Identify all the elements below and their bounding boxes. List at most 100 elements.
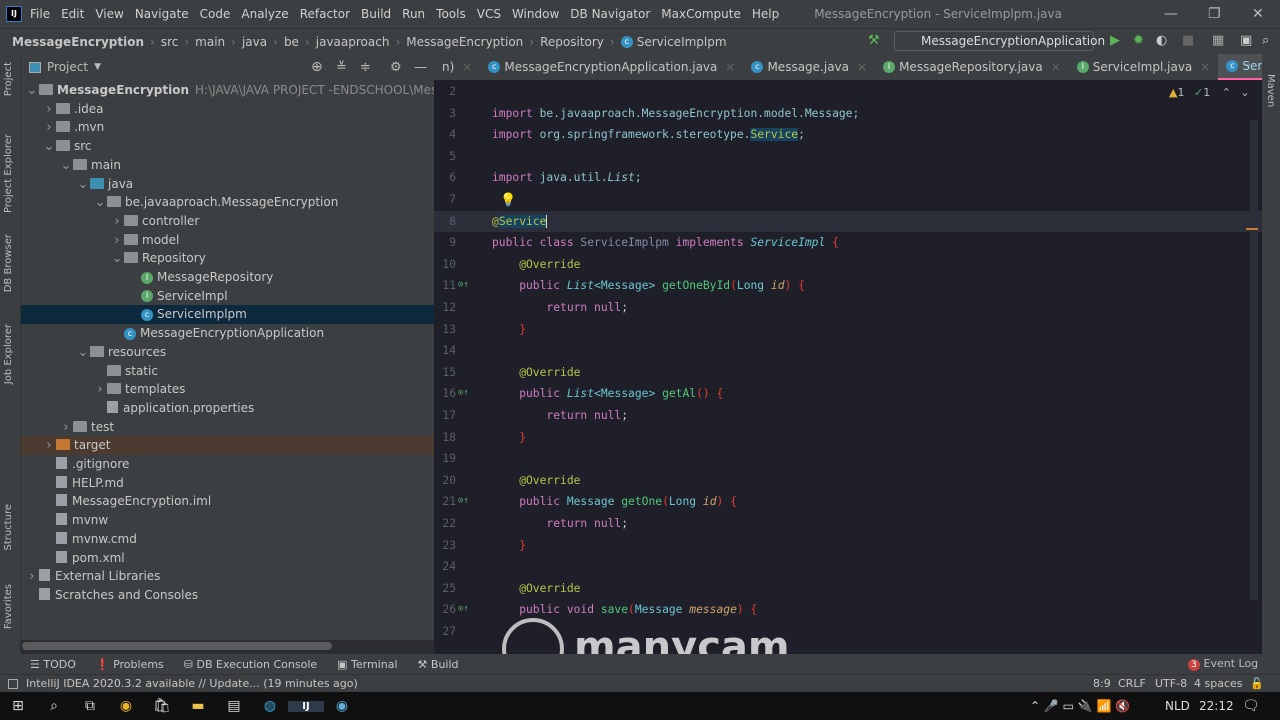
tree-item[interactable]: I MessageRepository [21,268,434,287]
notifications-icon[interactable]: 🗨 [1242,698,1260,714]
menu-analyze[interactable]: Analyze [241,7,288,21]
tree-item[interactable]: › .mvn [21,118,434,137]
tool-window-db-execution-console[interactable]: ⛁ DB Execution Console [184,658,317,671]
menu-view[interactable]: View [95,7,123,21]
code-line[interactable]: 14 [434,340,1262,362]
tree-item[interactable]: pom.xml [21,549,434,568]
code-line[interactable]: 20 @Override [434,470,1262,492]
implements-method-icon[interactable]: ⊙↑ [458,599,469,621]
tree-item[interactable]: HELP.md [21,474,434,493]
run-configuration-select[interactable]: MessageEncryptionApplication ▼ [894,31,1105,66]
tree-item[interactable]: application.properties [21,399,434,418]
breadcrumb-item[interactable]: be [284,35,299,49]
tree-item[interactable]: static [21,362,434,381]
tool-button-job-explorer[interactable]: Job Explorer [3,324,14,384]
maven-tool-button[interactable]: Maven [1265,74,1276,107]
tab-serviceimplpm-java[interactable]: cServiceImplpm.java× [1218,54,1264,80]
code-line[interactable]: 18 } [434,427,1262,449]
lightbulb-icon[interactable]: 💡 [500,193,516,208]
tree-item[interactable]: mvnw [21,511,434,530]
stop-icon[interactable]: ■ [1182,33,1194,48]
chevron-right-icon[interactable]: › [110,231,124,250]
code-line[interactable]: 12 return null; [434,297,1262,319]
tree-item[interactable]: ⌄ be.javaaproach.MessageEncryption [21,193,434,212]
menu-help[interactable]: Help [752,7,779,21]
expand-all-icon[interactable]: ≚ [336,60,347,75]
event-log-button[interactable]: 3 Event Log [1188,657,1258,671]
chevron-down-icon[interactable]: ⌄ [93,193,107,212]
prev-highlight-icon[interactable]: ⌃ [1222,86,1231,99]
intellij-taskbar-icon[interactable]: IJ [288,700,324,712]
chevron-down-icon[interactable]: ⌄ [76,175,90,194]
collapse-all-icon[interactable]: ≑ [360,60,371,75]
chevron-right-icon[interactable]: › [93,380,107,399]
error-stripe-marker[interactable] [1246,228,1258,230]
tree-item[interactable]: ⌄ java [21,175,434,194]
menu-window[interactable]: Window [512,7,559,21]
code-line[interactable]: 10 @Override [434,254,1262,276]
chrome-canary-icon[interactable]: ◉ [324,698,360,714]
close-tab-icon[interactable]: × [1200,60,1210,74]
tool-button-project-explorer[interactable]: Project Explorer [3,134,14,213]
breadcrumb-item[interactable]: ServiceImplpm [637,35,727,49]
tree-item[interactable]: ⌄ MessageEncryption H:\JAVA\JAVA PROJECT -… [21,81,508,100]
tree-item[interactable]: ⌄ Repository [21,249,434,268]
breadcrumb-item[interactable]: Repository [540,35,604,49]
chevron-down-icon[interactable]: ⌄ [110,249,124,268]
monitor-icon[interactable]: ▤ [216,698,252,714]
tree-item[interactable]: MessageEncryption.iml [21,492,434,511]
chevron-down-icon[interactable]: ⌄ [76,343,90,362]
tab-message-java[interactable]: c Message.java × [743,54,875,80]
windows-start-icon[interactable]: ⊞ [0,698,36,714]
chevron-right-icon[interactable]: › [42,118,56,137]
code-line[interactable]: 11 ⊙↑ public List<Message> getOneById(Lon… [434,275,1262,297]
code-line[interactable]: 7 [434,189,1262,211]
breadcrumb-item[interactable]: src [161,35,179,49]
store-icon[interactable]: 🛍 [144,698,180,714]
code-editor[interactable]: 2 3 import be.javaaproach.MessageEncryptio… [434,80,1262,654]
tab-serviceimpl-java[interactable]: I ServiceImpl.java × [1069,54,1219,80]
chevron-down-icon[interactable]: ▼ [94,62,101,72]
implements-method-icon[interactable]: ⊙↑ [458,383,469,405]
menu-code[interactable]: Code [200,7,231,21]
tool-window-build[interactable]: ⚒ Build [418,658,459,671]
tree-item[interactable]: › controller [21,212,434,231]
task-view-icon[interactable]: ⧉ [72,698,108,714]
breadcrumb-item[interactable]: java [242,35,267,49]
menu-edit[interactable]: Edit [61,7,84,21]
clock[interactable]: 22:12 [1199,699,1234,713]
line-separator[interactable]: CRLF [1118,677,1146,690]
tab-messageencryptionapplication-java[interactable]: c MessageEncryptionApplication.java × [480,54,743,80]
status-toggle-icon[interactable] [8,678,18,689]
close-tab-icon[interactable]: × [462,60,472,74]
tree-item[interactable]: ⌄ src [21,137,434,156]
hide-icon[interactable]: — [414,60,427,75]
project-panel-title[interactable]: Project [47,60,88,74]
tree-item[interactable]: .gitignore [21,455,434,474]
chevron-down-icon[interactable]: ⌄ [59,156,73,175]
menu-build[interactable]: Build [361,7,391,21]
code-line[interactable]: 5 [434,146,1262,168]
chrome-icon[interactable]: ◉ [108,698,144,714]
status-message[interactable]: IntelliJ IDEA 2020.3.2 available // Upda… [26,677,358,690]
code-line[interactable]: 24 [434,556,1262,578]
code-line[interactable]: 3 import be.javaaproach.MessageEncryption… [434,103,1262,125]
code-line[interactable]: 9 public class ServiceImplpm implements S… [434,232,1262,254]
gear-icon[interactable]: ⚙ [390,60,402,75]
code-line[interactable]: 8 @Service [434,210,1262,233]
tree-horizontal-scrollbar[interactable] [22,642,332,650]
language-indicator[interactable]: NLD [1165,699,1190,713]
tree-item[interactable]: › .idea [21,100,434,119]
code-line[interactable]: 16 ⊙↑ public List<Message> getAl() { [434,383,1262,405]
tool-button-project[interactable]: Project [3,62,14,96]
menu-db-navigator[interactable]: DB Navigator [570,7,650,21]
coverage-icon[interactable]: ◐ [1156,33,1167,48]
tray-icons[interactable]: ⌃ 🎤 ▭ 🔌 📶 🔇 [1030,699,1130,713]
chevron-down-icon[interactable]: ⌄ [42,137,56,156]
chevron-right-icon[interactable]: › [110,212,124,231]
file-explorer-icon[interactable]: ▬ [180,698,216,714]
tabs-overflow-icon[interactable]: ⌄ [1244,58,1252,69]
tab-n-[interactable]: n) × [434,54,480,80]
tree-item[interactable]: c MessageEncryptionApplication [21,324,434,343]
chevron-right-icon[interactable]: › [42,100,56,119]
